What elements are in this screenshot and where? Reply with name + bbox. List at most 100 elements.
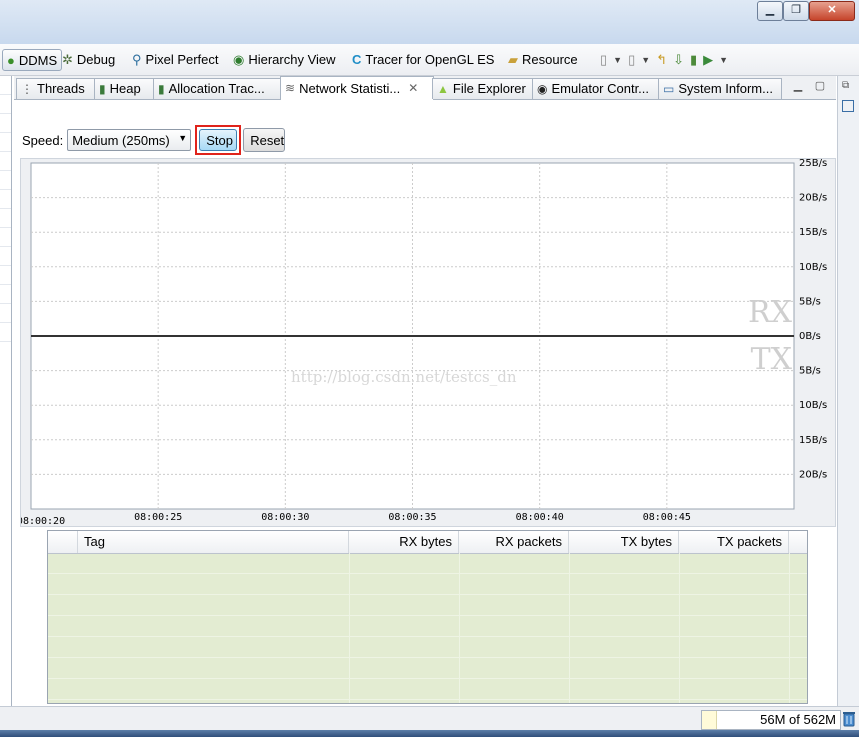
list-item[interactable] [0,266,11,285]
magnifier-icon: ⚲ [132,52,142,67]
stop-button-highlight: Stop [195,125,242,155]
maximize-button[interactable]: ❐ [783,1,809,21]
trash-icon[interactable] [843,711,855,727]
list-item[interactable] [0,285,11,304]
list-item[interactable] [0,323,11,342]
list-item[interactable] [0,133,11,152]
tab-file-explorer[interactable]: ▲ File Explorer [432,78,534,99]
view-tab-bar: ⋮ Threads ▮ Heap ▮ Allocation Trac... ≋ … [14,76,836,100]
list-item[interactable] [0,114,11,133]
tab-label: Threads [37,81,85,96]
column-tx-packets[interactable]: TX packets [679,531,789,553]
update-heap-icon[interactable]: ▯ [600,52,607,68]
list-item[interactable] [0,76,11,95]
chevron-down-icon: ▼ [178,133,188,143]
table-row[interactable] [48,679,807,700]
tab-threads[interactable]: ⋮ Threads [16,78,96,99]
x-tick-label: 08:00:30 [261,512,309,523]
close-button[interactable]: ✕ [809,1,855,21]
chevron-down-icon[interactable]: ▼ [641,55,650,65]
tab-label: Allocation Trac... [168,81,265,96]
window-icon: ▭ [663,82,675,96]
list-item[interactable] [0,228,11,247]
column-rx-bytes[interactable]: RX bytes [349,531,459,553]
persp-label: Tracer for OpenGL ES [365,52,495,67]
table-column-divider [569,553,570,703]
chevron-down-icon[interactable]: ▼ [719,55,728,65]
perspective-toolbar: ● DDMS ✲ Debug ⚲ Pixel Perfect ◉ Hierarc… [0,44,859,76]
maximize-view-icon[interactable]: ▢ [813,79,827,93]
y-tick-label: 5B/s [799,366,821,377]
list-item[interactable] [0,190,11,209]
persp-label: Debug [76,52,116,67]
table-row[interactable] [48,553,807,574]
series-label-tx: TX [751,342,793,377]
tab-emulator-control[interactable]: ◉ Emulator Contr... [532,78,660,99]
tab-heap[interactable]: ▮ Heap [94,78,154,99]
network-chart: 25B/s 20B/s 15B/s 10B/s 5B/s 0B/s 5B/s 10B/s 15B… [20,158,836,527]
y-tick-label: 20B/s [799,469,827,480]
persp-resource[interactable]: ▰ Resource [508,50,578,69]
persp-label: Resource [522,52,578,67]
folder-icon: ▰ [508,52,518,67]
view-icon[interactable] [842,100,854,112]
x-tick-label: 08:00:45 [643,512,691,523]
persp-pixel-perfect[interactable]: ⚲ Pixel Perfect [132,50,219,69]
network-table[interactable]: Tag RX bytes RX packets TX bytes TX pack… [47,530,808,704]
threads-icon: ⋮ [21,82,33,96]
persp-hierarchy-view[interactable]: ◉ Hierarchy View [233,50,336,69]
chevron-down-icon[interactable]: ▼ [613,55,622,65]
tab-network-statistics[interactable]: ≋ Network Statisti... ✕ [280,76,434,100]
persp-debug[interactable]: ✲ Debug [62,50,115,69]
emulator-icon: ◉ [537,82,548,96]
reset-button[interactable]: Reset [243,128,286,152]
network-controls: Speed: Medium (250ms) ▼ Stop Reset [22,125,286,155]
y-tick-label: 10B/s [799,400,827,411]
restore-icon[interactable]: ⧉ [842,80,849,91]
watermark-text: http://blog.csdn.net/testcs_dn [291,368,517,386]
tab-allocation-tracker[interactable]: ▮ Allocation Trac... [153,78,282,99]
list-item[interactable] [0,152,11,171]
table-row[interactable] [48,637,807,658]
table-column-divider [789,553,790,703]
tab-label: Network Statisti... [299,81,401,96]
cause-gc-icon[interactable]: ▮ [690,52,697,68]
tab-label: Heap [109,81,141,96]
start-method-profiling-icon[interactable]: ▶ [703,52,713,68]
minimized-views-bar: ⧉ [837,76,859,706]
x-tick-label: 08:00:20 [21,516,65,526]
minimize-view-icon[interactable]: ▁ [791,79,805,93]
table-row[interactable] [48,658,807,679]
y-tick-label: 25B/s [799,159,827,169]
column-rx-packets[interactable]: RX packets [459,531,569,553]
column-tag[interactable]: Tag [78,531,349,553]
list-item[interactable] [0,209,11,228]
table-row[interactable] [48,616,807,637]
table-column-divider [459,553,460,703]
list-item[interactable] [0,95,11,114]
speed-select[interactable]: Medium (250ms) ▼ [67,129,192,151]
list-item[interactable] [0,304,11,323]
tab-system-information[interactable]: ▭ System Inform... [658,78,782,99]
stop-button[interactable]: Stop [199,129,238,151]
persp-tracer-opengl[interactable]: C Tracer for OpenGL ES [352,50,494,69]
dump-hprof-icon[interactable]: ⇩ [673,52,684,68]
update-threads-icon[interactable]: ▯ [628,52,635,68]
y-tick-label: 20B/s [799,193,827,204]
minimize-button[interactable]: ▁ [757,1,783,21]
devices-pane[interactable] [0,76,12,706]
table-row[interactable] [48,574,807,595]
tab-label: File Explorer [452,81,526,96]
list-item[interactable] [0,247,11,266]
column-tx-bytes[interactable]: TX bytes [569,531,679,553]
y-tick-label: 15B/s [799,227,827,238]
persp-ddms[interactable]: ● DDMS [2,49,63,71]
arrow-back-icon[interactable]: ↰ [656,52,667,68]
table-row[interactable] [48,595,807,616]
close-tab-icon[interactable]: ✕ [408,77,418,100]
heap-icon: ▮ [99,82,106,96]
window-title-bar: ▁ ❐ ✕ [0,0,859,45]
list-item[interactable] [0,171,11,190]
speed-value: Medium (250ms) [72,132,170,148]
heap-status[interactable]: 56M of 562M [701,710,841,730]
